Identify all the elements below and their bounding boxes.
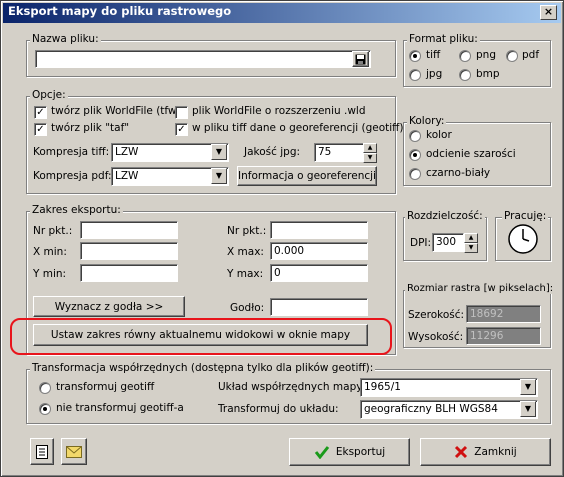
- transform-group-label: Transformacja współrzędnych (dostępna ty…: [30, 362, 376, 374]
- geotiff-label: w pliku tiff dane o georeferencji (geoti…: [192, 122, 404, 134]
- format-tiff-label: tiff: [426, 49, 441, 61]
- dpi-input[interactable]: 300: [432, 233, 464, 252]
- height-label: Wysokość:: [408, 331, 464, 343]
- no-transform-label: nie transformuj geotiff-a: [56, 402, 184, 414]
- geotiff-checkbox[interactable]: ✓: [175, 123, 188, 136]
- pdf-compression-label: Kompresja pdf:: [33, 170, 112, 182]
- red-x-icon: [455, 445, 468, 459]
- height-value: 11296: [466, 327, 541, 345]
- ymin-label: Y min:: [33, 268, 67, 280]
- chevron-down-icon[interactable]: ▼: [520, 401, 536, 417]
- export-button-label: Eksportuj: [335, 446, 386, 458]
- format-group-label: Format pliku:: [407, 33, 480, 45]
- checkmark-icon: [314, 446, 330, 459]
- format-png-label: png: [476, 49, 496, 61]
- export-button[interactable]: Eksportuj: [289, 438, 410, 466]
- worldfile-label: twórz plik WorldFile (tfw): [51, 105, 181, 117]
- format-jpg-radio[interactable]: [409, 69, 421, 81]
- color-kolor-radio[interactable]: [409, 130, 421, 142]
- nr1-label: Nr pkt.:: [33, 225, 73, 237]
- worldfile-checkbox[interactable]: ✓: [34, 106, 47, 119]
- xmax-input[interactable]: 0.000: [270, 242, 368, 260]
- document-list-icon: [36, 444, 48, 459]
- no-transform-radio[interactable]: [39, 403, 51, 415]
- close-button[interactable]: Zamknij: [420, 438, 551, 466]
- transform-geotiff-label: transformuj geotiff: [56, 381, 155, 393]
- godlo-input[interactable]: [270, 298, 368, 316]
- nr2-input[interactable]: [270, 221, 368, 239]
- worldfile-wld-checkbox[interactable]: [175, 106, 188, 119]
- ymax-input[interactable]: 0: [270, 264, 368, 282]
- colors-group-label: Kolory:: [407, 115, 447, 127]
- target-system-label: Transformuj do układu:: [218, 403, 339, 415]
- ymin-input[interactable]: [80, 264, 178, 282]
- target-system-select[interactable]: geograficzny BLH WGS84: [360, 400, 538, 419]
- taf-checkbox[interactable]: ✓: [34, 123, 47, 136]
- dpi-label: DPI:: [410, 237, 432, 249]
- godlo-label: Godło:: [230, 302, 265, 314]
- taf-label: twórz plik "taf": [51, 122, 130, 134]
- ymax-label: Y max:: [227, 268, 264, 280]
- georef-info-button[interactable]: Informacja o georeferencji: [237, 166, 377, 186]
- raster-size-group-label: Rozmiar rastra [w pikselach]:: [405, 283, 556, 294]
- options-group-label: Opcje:: [30, 89, 68, 101]
- highlight-annotation: [10, 318, 392, 355]
- extent-group-label: Zakres eksportu:: [30, 204, 123, 216]
- jpg-quality-input[interactable]: 75: [314, 143, 364, 162]
- format-pdf-radio[interactable]: [506, 50, 518, 62]
- format-tiff-radio[interactable]: [409, 50, 421, 62]
- envelope-icon: [66, 445, 82, 458]
- format-png-radio[interactable]: [459, 50, 471, 62]
- width-label: Szerokość:: [408, 309, 465, 321]
- close-window-button[interactable]: ×: [540, 5, 557, 20]
- xmax-label: X max:: [227, 246, 264, 258]
- format-jpg-label: jpg: [426, 68, 443, 80]
- save-browse-button[interactable]: [352, 51, 369, 67]
- xmin-input[interactable]: [80, 242, 178, 260]
- spin-down-icon[interactable]: ▼: [363, 153, 377, 163]
- tiff-compression-label: Kompresja tiff:: [33, 146, 110, 158]
- work-group-label: Pracuję:: [502, 210, 549, 222]
- format-pdf-label: pdf: [522, 49, 540, 61]
- floppy-disk-icon: [355, 54, 366, 64]
- from-godlo-button[interactable]: Wyznacz z godła >>: [33, 296, 185, 317]
- resolution-group-label: Rozdzielczość:: [405, 210, 485, 222]
- color-gray-label: odcienie szarości: [426, 148, 516, 160]
- chevron-down-icon[interactable]: ▼: [211, 144, 227, 160]
- chevron-down-icon[interactable]: ▼: [211, 168, 227, 184]
- window-title: Eksport mapy do pliku rastrowego: [8, 4, 232, 18]
- clock-icon: [508, 224, 538, 254]
- nr2-label: Nr pkt.:: [227, 225, 267, 237]
- format-bmp-radio[interactable]: [459, 69, 471, 81]
- format-bmp-label: bmp: [476, 68, 500, 80]
- report-button[interactable]: [30, 438, 54, 465]
- width-value: 18692: [466, 305, 541, 323]
- coord-system-select[interactable]: 1965/1: [360, 378, 538, 397]
- xmin-label: X min:: [33, 246, 67, 258]
- jpg-quality-label: Jakość jpg:: [244, 146, 301, 158]
- transform-geotiff-radio[interactable]: [39, 382, 51, 394]
- mail-button[interactable]: [61, 438, 87, 465]
- spin-down-icon[interactable]: ▼: [464, 243, 478, 253]
- nr1-input[interactable]: [80, 221, 178, 239]
- coord-system-label: Układ współrzędnych mapy:: [218, 381, 366, 393]
- worldfile-wld-label: plik WorldFile o rozszerzeniu .wld: [192, 105, 366, 117]
- color-kolor-label: kolor: [426, 129, 452, 141]
- color-bw-label: czarno-biały: [426, 167, 491, 179]
- spin-up-icon[interactable]: ▲: [363, 143, 377, 153]
- close-button-label: Zamknij: [474, 446, 517, 458]
- color-bw-radio[interactable]: [409, 168, 421, 180]
- color-gray-radio[interactable]: [409, 149, 421, 161]
- filename-input[interactable]: [35, 50, 371, 68]
- chevron-down-icon[interactable]: ▼: [520, 379, 536, 395]
- spin-up-icon[interactable]: ▲: [464, 233, 478, 243]
- filename-group-label: Nazwa pliku:: [30, 33, 101, 45]
